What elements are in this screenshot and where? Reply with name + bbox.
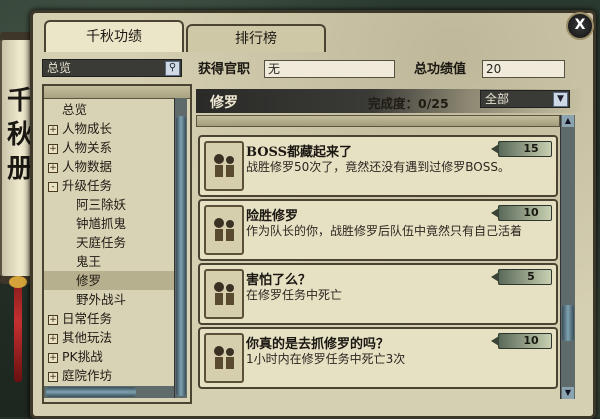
tree-item[interactable]: + 人物数据 [44, 157, 174, 176]
tree-item[interactable]: 钟馗抓鬼 [44, 214, 174, 233]
achievement-card[interactable]: 害怕了么？ 5 在修罗任务中死亡 [198, 263, 558, 325]
tree-item[interactable]: 野外战斗 [44, 290, 174, 309]
tassel-ornament [9, 276, 27, 382]
tree-scrollbar[interactable] [174, 98, 187, 398]
tree-horizontal-scrollbar[interactable] [44, 386, 174, 398]
tree-item[interactable]: 阿三除妖 [44, 195, 174, 214]
tree-header-bar [44, 86, 190, 99]
points-badge: 5 [491, 269, 552, 285]
close-button[interactable]: X [566, 12, 594, 40]
chevron-down-icon[interactable]: ▼ [553, 92, 568, 107]
achievement-list: BOSS都藏起来了 15 战胜修罗50次了，竟然还没有遇到过修罗BOSS。 险胜修罗 1… [196, 115, 584, 399]
category-tree: 总览 + 人物成长 + 人物关系 + 人物数据 - 升级任务 阿三除妖 钟馗抓鬼 天庭任务 鬼王 修罗 野外… [42, 84, 192, 404]
tree-item[interactable]: + PK挑战 [44, 347, 174, 366]
tree-item[interactable]: + 其他玩法 [44, 328, 174, 347]
collapse-icon[interactable]: - [48, 181, 58, 192]
points-value: 15 [523, 142, 539, 155]
achievement-description: 作为队长的你，战胜修罗后队伍中竟然只有自己活着 [246, 224, 523, 238]
tree-item-label: 天庭任务 [76, 235, 127, 250]
points-badge: 10 [491, 333, 552, 349]
tree-item-label: 其他玩法 [62, 330, 113, 345]
expand-icon[interactable]: + [48, 162, 58, 173]
total-score-label: 总功绩值 [414, 62, 467, 77]
tree-item[interactable]: 总览 [44, 100, 174, 119]
warrior-badge-icon [204, 205, 244, 255]
achievement-title: 害怕了么？ [246, 273, 312, 288]
tree-item-label: 人物关系 [62, 140, 113, 155]
points-value: 10 [523, 206, 539, 219]
tree-item-label: 庭院作坊 [62, 368, 113, 383]
tree-item-label: 钟馗抓鬼 [76, 216, 127, 231]
achievement-title: 你真的是去抓修罗的吗？ [246, 337, 390, 352]
tree-item-label: 阿三除妖 [76, 197, 127, 212]
tree-item-label: 日常任务 [62, 311, 113, 326]
warrior-badge-icon [204, 333, 244, 383]
list-header-bar [196, 115, 560, 127]
tree-item-label: 鬼王 [76, 254, 102, 269]
tree-item[interactable]: 天庭任务 [44, 233, 174, 252]
tree-item[interactable]: 修罗 [44, 271, 174, 290]
tree-item[interactable]: + 日常任务 [44, 309, 174, 328]
achievement-list-scroll-thumb[interactable] [562, 305, 574, 341]
achievement-description: 战胜修罗50次了，竟然还没有遇到过修罗BOSS。 [246, 160, 510, 174]
achievement-description: 在修罗任务中死亡 [246, 288, 343, 302]
category-name: 修罗 [210, 95, 238, 111]
expand-icon[interactable]: + [48, 371, 58, 382]
scroll-up-icon[interactable]: ▲ [562, 115, 574, 127]
achievement-title: BOSS都藏起来了 [246, 145, 353, 160]
filter-value: 全部 [485, 92, 510, 106]
achievement-list-scrollbar[interactable]: ▲ ▼ [560, 115, 575, 399]
tree-item[interactable]: + 人物成长 [44, 119, 174, 138]
expand-icon[interactable]: + [48, 143, 58, 154]
tab-achievements[interactable]: 千秋功绩 [44, 20, 184, 52]
tree-item-label: 人物数据 [62, 159, 113, 174]
achievement-description: 1小时内在修罗任务中死亡3次 [246, 352, 406, 366]
expand-icon[interactable]: + [48, 333, 58, 344]
expand-icon[interactable]: + [48, 352, 58, 363]
tree-item-label: 野外战斗 [76, 292, 127, 307]
search-icon[interactable]: ⚲ [165, 61, 180, 76]
tree-item-label: 人物成长 [62, 121, 113, 136]
official-title-value: 无 [264, 60, 395, 78]
tree-scroll-thumb[interactable] [176, 116, 186, 396]
scroll-down-icon[interactable]: ▼ [562, 387, 574, 399]
tree-item[interactable]: - 升级任务 [44, 176, 174, 195]
achievement-card[interactable]: 险胜修罗 10 作为队长的你，战胜修罗后队伍中竟然只有自己活着 [198, 199, 558, 261]
tree-item-label: PK挑战 [62, 349, 103, 364]
achievement-card[interactable]: 你真的是去抓修罗的吗？ 10 1小时内在修罗任务中死亡3次 [198, 327, 558, 389]
category-search-field[interactable]: 总览 ⚲ [42, 59, 182, 77]
completion-progress: 完成度：0/25 [368, 96, 449, 111]
tree-item-label: 修罗 [76, 273, 102, 288]
search-value: 总览 [47, 61, 72, 75]
tree-item[interactable]: + 庭院作坊 [44, 366, 174, 385]
achievement-title: 险胜修罗 [246, 209, 299, 224]
tree-item-label: 升级任务 [62, 178, 113, 193]
total-score-value: 20 [482, 60, 565, 78]
expand-icon[interactable]: + [48, 314, 58, 325]
warrior-badge-icon [204, 141, 244, 191]
tab-ranking[interactable]: 排行榜 [186, 24, 326, 52]
points-badge: 15 [491, 141, 552, 157]
tree-item[interactable]: + 人物关系 [44, 138, 174, 157]
official-title-label: 获得官职 [198, 62, 251, 77]
expand-icon[interactable]: + [48, 124, 58, 135]
points-value: 10 [523, 334, 539, 347]
achievement-card[interactable]: BOSS都藏起来了 15 战胜修罗50次了，竟然还没有遇到过修罗BOSS。 [198, 135, 558, 197]
points-badge: 10 [491, 205, 552, 221]
warrior-badge-icon [204, 269, 244, 319]
tree-item-label: 总览 [62, 102, 88, 117]
tree-horizontal-thumb[interactable] [46, 387, 136, 397]
points-value: 5 [527, 270, 535, 283]
filter-dropdown[interactable]: 全部 ▼ [480, 90, 570, 108]
tree-item[interactable]: 鬼王 [44, 252, 174, 271]
